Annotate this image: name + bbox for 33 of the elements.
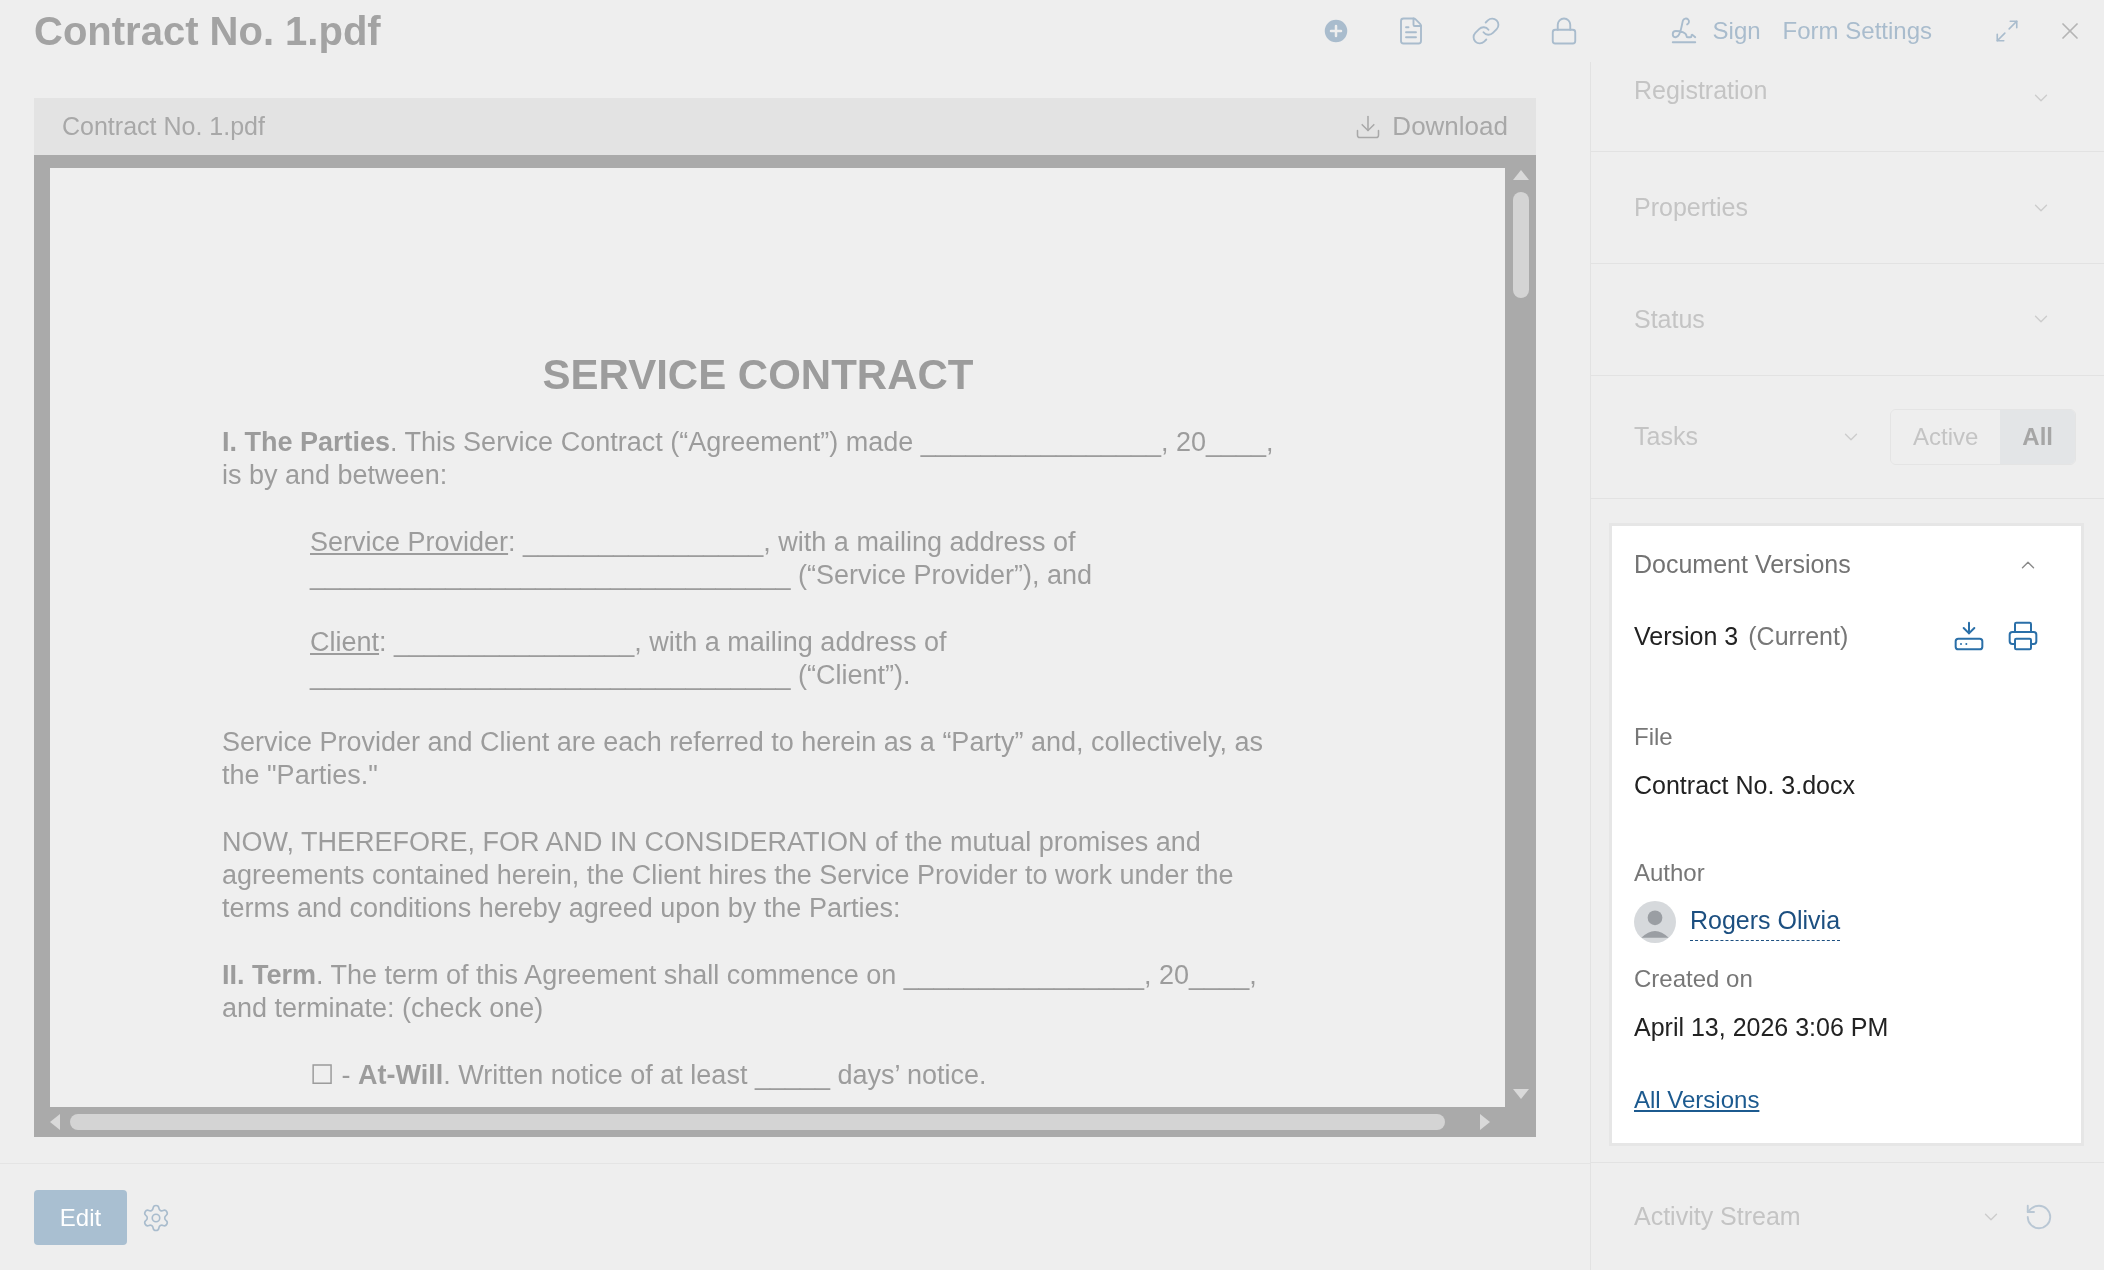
contract-paragraph: Service Provider and Client are each referred to herein as a “Party” and, collectively, as the "Parties." <box>222 726 1264 792</box>
current-tag: (Current) <box>1748 617 1849 656</box>
contract-option: ☐ - At-Will. Written notice of at least _____ days’ notice. <box>310 1059 1505 1092</box>
avatar <box>1634 900 1676 943</box>
contract-paragraph: NOW, THEREFORE, FOR AND IN CONSIDERATION of the mutual promises and agreements contained herein, the Client hires the Service Provider to work under the terms and conditions hereby agreed upon by the Parties: <box>222 826 1235 925</box>
contract-paragraph: II. Term. The term of this Agreement shall commence on ________________, 20____, and terminate: (check one) <box>222 959 1258 1025</box>
form-settings-button[interactable]: Form Settings <box>1782 13 1932 49</box>
contract-line: Client: ________________, with a mailing address of <box>310 626 948 659</box>
created-date: April 13, 2026 3:06 PM <box>1634 1011 1890 1043</box>
contract-line: ________________________________ (“Service Provider”), and <box>310 559 1094 592</box>
author-link[interactable]: Rogers Olivia <box>1690 902 1841 941</box>
field-label: Created on <box>1634 963 1754 994</box>
print-icon[interactable] <box>2007 620 2039 653</box>
filter-tab[interactable]: All <box>2000 409 2075 464</box>
link-icon[interactable] <box>1470 16 1501 46</box>
edit-button[interactable]: Edit <box>34 1190 127 1245</box>
contract-line: Service Provider: ________________, with a mailing address of <box>310 526 1077 559</box>
file-name: Contract No. 1.pdf <box>62 110 265 142</box>
download-button[interactable]: Download <box>1354 107 1508 146</box>
download-icon[interactable] <box>1953 620 1985 653</box>
field-label: Author <box>1634 857 1706 888</box>
version-label: Version 3 <box>1634 620 1739 652</box>
settings-icon[interactable] <box>141 1202 171 1233</box>
contract-title: SERVICE CONTRACT <box>541 350 975 400</box>
section-title[interactable]: Document Versions <box>1634 546 1851 584</box>
window-title: Contract No. 1.pdf <box>34 8 381 55</box>
sign-button[interactable]: Sign <box>1712 13 1761 49</box>
expand-icon[interactable] <box>1994 18 2020 44</box>
file-name: Contract No. 3.docx <box>1634 770 1856 802</box>
all-versions-link[interactable]: All Versions <box>1634 1082 1760 1119</box>
contract-paragraph: I. The Parties. This Service Contract (“Agreement”) made ________________, 20____, is by and between: <box>222 426 1275 492</box>
field-label: File <box>1634 722 1674 753</box>
contract-line: ________________________________ (“Client”). <box>310 659 912 692</box>
